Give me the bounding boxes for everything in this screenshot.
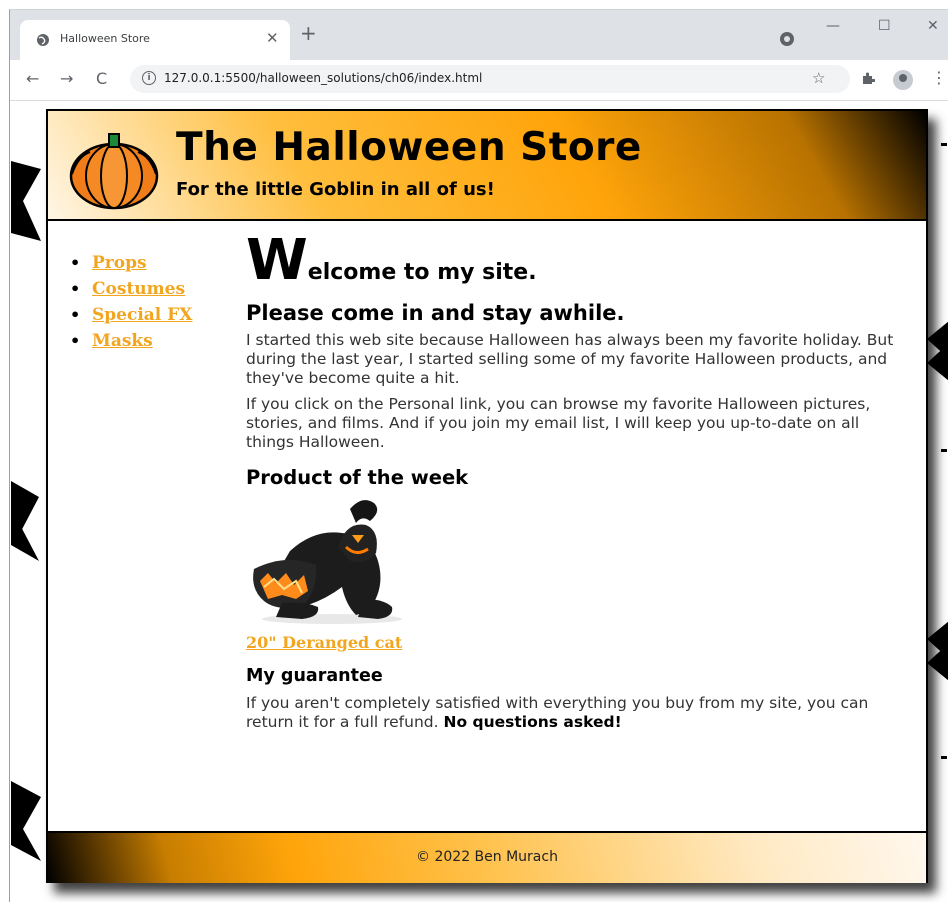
bat-wing-decoration: [941, 756, 947, 759]
minimize-icon[interactable]: —: [826, 18, 840, 34]
url-text: 127.0.0.1:5500/halloween_solutions/ch06/…: [164, 71, 483, 85]
browser-window: Halloween Store ✕ + — ☐ ✕ ← → C i 127.0.…: [9, 9, 948, 902]
product-heading: Product of the week: [246, 466, 469, 489]
personal-paragraph: If you click on the Personal link, you c…: [246, 395, 871, 451]
bookmark-star-icon[interactable]: ☆: [812, 69, 825, 87]
bat-wing-decoration: [927, 321, 948, 381]
site-info-icon[interactable]: i: [142, 71, 156, 85]
tab-strip: Halloween Store ✕ + — ☐ ✕: [10, 10, 948, 60]
bat-wing-decoration: [927, 621, 948, 681]
welcome-heading: Welcome to my site.: [246, 233, 906, 293]
nav-item-masks: Masks: [66, 331, 192, 357]
nav-item-special-fx: Special FX: [66, 305, 192, 331]
main-content: Welcome to my site. Please come in and s…: [246, 233, 906, 739]
browser-tab[interactable]: Halloween Store ✕: [20, 20, 290, 60]
guarantee-emphasis: No questions asked!: [443, 713, 622, 731]
maximize-icon[interactable]: ☐: [878, 18, 891, 34]
welcome-subheading: Please come in and stay awhile.: [246, 301, 625, 325]
welcome-drop-cap: W: [246, 228, 308, 293]
back-icon[interactable]: ←: [26, 69, 39, 88]
copyright-text: © 2022 Ben Murach: [416, 849, 558, 865]
deranged-cat-image[interactable]: [246, 495, 414, 625]
nav-item-props: Props: [66, 253, 192, 279]
globe-icon: [37, 34, 49, 46]
new-tab-icon[interactable]: +: [300, 23, 317, 43]
bat-wing-decoration: [11, 481, 39, 561]
close-tab-icon[interactable]: ✕: [266, 29, 279, 47]
close-window-icon[interactable]: ✕: [927, 18, 939, 34]
site-tagline: For the little Goblin in all of us!: [176, 179, 495, 200]
pumpkin-logo-icon: [69, 133, 159, 210]
product-link[interactable]: 20" Deranged cat: [246, 633, 402, 652]
address-bar[interactable]: i 127.0.0.1:5500/halloween_solutions/ch0…: [130, 65, 850, 93]
intro-paragraph: I started this web site because Hallowee…: [246, 331, 894, 387]
tab-title: Halloween Store: [60, 32, 150, 45]
page-container: The Halloween Store For the little Gobli…: [46, 109, 928, 883]
bat-wing-decoration: [11, 161, 41, 241]
forward-icon[interactable]: →: [60, 69, 73, 88]
side-nav: Props Costumes Special FX Masks: [66, 253, 192, 357]
welcome-text: elcome to my site.: [307, 260, 537, 285]
guarantee-paragraph: If you aren't completely satisfied with …: [246, 694, 906, 732]
menu-dots-icon[interactable]: ⋮: [931, 68, 947, 87]
bat-wing-decoration: [941, 143, 947, 146]
media-control-icon[interactable]: [780, 32, 794, 46]
profile-avatar-icon[interactable]: [893, 70, 913, 90]
site-header: The Halloween Store For the little Gobli…: [48, 111, 926, 221]
guarantee-heading: My guarantee: [246, 666, 383, 686]
site-footer: © 2022 Ben Murach: [48, 831, 926, 883]
site-title: The Halloween Store: [176, 125, 642, 170]
bat-wing-decoration: [11, 781, 41, 861]
nav-item-costumes: Costumes: [66, 279, 192, 305]
browser-toolbar: ← → C i 127.0.0.1:5500/halloween_solutio…: [10, 60, 948, 101]
nav-link-costumes[interactable]: Costumes: [92, 279, 185, 299]
extensions-icon[interactable]: [861, 71, 875, 85]
nav-link-props[interactable]: Props: [92, 253, 147, 273]
nav-link-special-fx[interactable]: Special FX: [92, 305, 192, 325]
page-viewport: The Halloween Store For the little Gobli…: [11, 101, 948, 902]
bat-wing-decoration: [941, 449, 947, 452]
reload-icon[interactable]: C: [96, 69, 107, 88]
nav-link-masks[interactable]: Masks: [92, 331, 153, 351]
